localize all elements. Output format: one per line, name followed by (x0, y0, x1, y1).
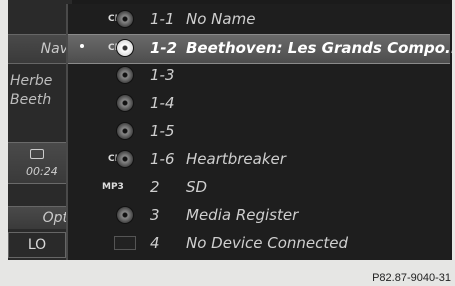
disc-icon (116, 39, 134, 57)
card-icon (30, 149, 44, 159)
list-item[interactable]: 1-5 (68, 118, 450, 146)
now-playing-info: Herbe Beeth (10, 72, 70, 110)
item-number: 1-1 (150, 10, 175, 28)
option-tab[interactable]: Opt (8, 206, 68, 229)
figure-caption: P82.87-9040-31 (372, 272, 451, 284)
media-status: 00:24 (8, 142, 68, 184)
disc-icon (116, 10, 134, 28)
list-item[interactable]: MP3 2 SD (68, 174, 450, 202)
item-name: No Name (186, 10, 256, 28)
list-item[interactable]: 1-4 (68, 90, 450, 118)
item-number: 4 (150, 234, 160, 252)
nav-tab[interactable]: Nav (8, 34, 68, 64)
disc-icon (116, 94, 134, 112)
item-name: Beethoven: Les Grands Compo... (186, 39, 452, 57)
media-source-list: CD 1-1 No Name CD 1-2 Beethoven: Les Gra… (66, 4, 452, 260)
item-name: SD (186, 178, 208, 196)
nav-label: Nav (40, 41, 68, 57)
list-item-selected[interactable]: CD 1-2 Beethoven: Les Grands Compo... (68, 34, 452, 64)
lo-button[interactable]: LO (8, 232, 66, 258)
disc-icon (116, 150, 134, 168)
info-line-2: Beeth (10, 92, 52, 108)
item-name: Heartbreaker (186, 150, 286, 168)
item-number: 1-2 (150, 39, 178, 57)
item-name: No Device Connected (186, 234, 349, 252)
info-line-1: Herbe (10, 73, 53, 89)
item-name: Media Register (186, 206, 299, 224)
list-item[interactable]: CD 1-6 Heartbreaker (68, 146, 450, 174)
option-label: Opt (42, 210, 68, 226)
head-unit-screen: Nav Herbe Beeth 00:24 Opt LO CD 1-1 No N… (8, 0, 452, 260)
item-number: 1-3 (150, 66, 175, 84)
item-number: 1-6 (150, 150, 175, 168)
item-number: 3 (150, 206, 160, 224)
disc-icon (116, 122, 134, 140)
list-item[interactable]: CD 1-1 No Name (68, 6, 450, 34)
selected-dot-icon (80, 44, 84, 48)
item-number: 2 (150, 178, 160, 196)
item-number: 1-4 (150, 94, 175, 112)
disc-icon (116, 206, 134, 224)
media-badge: MP3 (102, 182, 124, 192)
background-panel: Nav Herbe Beeth 00:24 Opt LO (8, 0, 72, 260)
track-time: 00:24 (26, 165, 58, 178)
list-item[interactable]: 3 Media Register (68, 202, 450, 230)
device-icon (114, 236, 136, 250)
lo-label: LO (27, 237, 47, 253)
list-item[interactable]: 4 No Device Connected (68, 230, 450, 258)
disc-icon (116, 66, 134, 84)
item-number: 1-5 (150, 122, 175, 140)
list-item[interactable]: 1-3 (68, 62, 450, 90)
